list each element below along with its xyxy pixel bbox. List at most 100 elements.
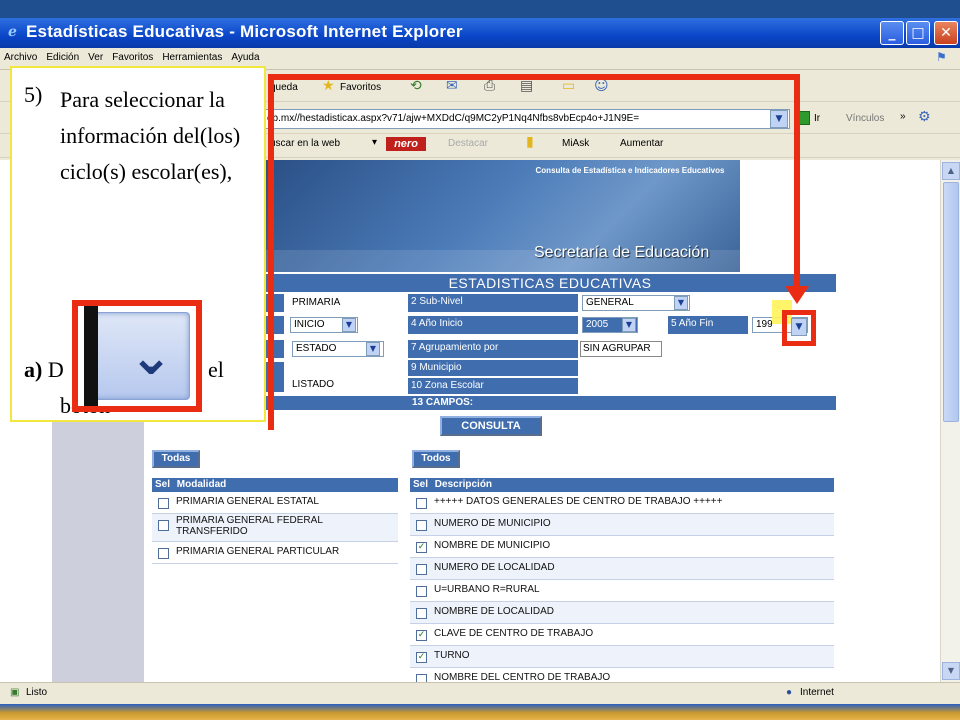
print-icon[interactable]: ⎙ xyxy=(484,78,495,94)
campo-label: NOMBRE DE MUNICIPIO xyxy=(434,540,551,551)
campo-label: +++++ DATOS GENERALES DE CENTRO DE TRABA… xyxy=(434,496,723,507)
nivel-value: PRIMARIA xyxy=(292,297,341,308)
banner-title: Secretaría de Educación xyxy=(534,244,710,261)
anio-inicio-dropdown-icon[interactable]: ▼ xyxy=(622,318,636,332)
campo-row: NUMERO DE MUNICIPIO xyxy=(410,514,834,536)
campo-row: NUMERO DE LOCALIDAD xyxy=(410,558,834,580)
zoom-edge-bar xyxy=(84,306,98,406)
consulta-button[interactable]: CONSULTA xyxy=(440,416,542,436)
status-text: Listo xyxy=(26,687,48,698)
menu-edicion[interactable]: Edición xyxy=(42,48,84,63)
campo-row: ✓ TURNO xyxy=(410,646,834,668)
campo-checkbox[interactable]: ✓ xyxy=(416,652,427,663)
campo-checkbox[interactable]: ✓ xyxy=(416,542,427,553)
menu-archivo[interactable]: Archivo xyxy=(0,48,42,63)
modalidad-label: PRIMARIA GENERAL ESTATAL xyxy=(176,496,319,507)
modalidad-row: PRIMARIA GENERAL ESTATAL xyxy=(152,492,398,514)
mail-icon[interactable]: ✉ xyxy=(446,78,458,94)
ie-icon: ℯ xyxy=(8,24,17,40)
select-all-modalidad-button[interactable]: Todas xyxy=(152,450,200,468)
campo-row: ✓ NOMBRE DE MUNICIPIO xyxy=(410,536,834,558)
anio-fin-dropdown-icon[interactable]: ▼ xyxy=(791,318,807,336)
campos-sel-header: Sel xyxy=(413,479,429,490)
campos-header: Sel Descripción xyxy=(410,478,834,492)
links-label[interactable]: Vínculos xyxy=(846,113,884,124)
campos-column-header: Descripción xyxy=(434,479,493,490)
messenger-icon[interactable]: ☺ xyxy=(594,78,609,94)
favorites-button[interactable]: Favoritos xyxy=(340,82,381,93)
modalidad-row: PRIMARIA GENERAL PARTICULAR xyxy=(152,542,398,564)
globe-icon: ● xyxy=(786,687,793,698)
highlight-button[interactable]: Destacar xyxy=(448,138,488,149)
substep-el: el xyxy=(208,357,224,382)
campo-checkbox[interactable] xyxy=(416,586,427,597)
modalidad-sel-header: Sel xyxy=(155,479,171,490)
campo-label: NUMERO DE MUNICIPIO xyxy=(434,518,551,529)
modalidad-checkbox[interactable] xyxy=(158,520,169,531)
address-input[interactable]: ob.mx//hestadisticax.aspx?v71/ajw+MXDdC/… xyxy=(262,109,790,129)
zone-text: Internet xyxy=(800,687,834,698)
menu-ver[interactable]: Ver xyxy=(84,48,108,63)
estado-label xyxy=(264,340,284,358)
minimize-button[interactable]: _ xyxy=(880,21,904,45)
edit-icon[interactable]: ▤ xyxy=(520,78,533,94)
municipio-label: 9 Municipio xyxy=(408,360,578,376)
modalidad-header: Sel Modalidad xyxy=(152,478,398,492)
go-button-label[interactable]: Ir xyxy=(814,113,820,124)
campo-label: U=URBANO R=RURAL xyxy=(434,584,540,595)
campo-label: CLAVE DE CENTRO DE TRABAJO xyxy=(434,628,594,639)
modalidad-checkbox[interactable] xyxy=(158,548,169,559)
campo-checkbox[interactable] xyxy=(416,608,427,619)
scroll-thumb[interactable] xyxy=(943,182,959,422)
campo-row: U=URBANO R=RURAL xyxy=(410,580,834,602)
anio-fin-dropdown-button[interactable]: ▼ xyxy=(782,310,816,346)
note-icon[interactable]: ▮ xyxy=(526,134,534,150)
folder-icon[interactable]: ▭ xyxy=(562,78,575,94)
zona-escolar-label: 10 Zona Escolar xyxy=(408,378,578,394)
modalidad-column-header: Modalidad xyxy=(176,479,227,490)
campo-row: +++++ DATOS GENERALES DE CENTRO DE TRABA… xyxy=(410,492,834,514)
campo-row: NOMBRE DE LOCALIDAD xyxy=(410,602,834,624)
campo-checkbox[interactable] xyxy=(416,564,427,575)
campo-checkbox[interactable] xyxy=(416,520,427,531)
menu-ayuda[interactable]: Ayuda xyxy=(227,48,264,63)
banner-subtitle: Consulta de Estadística e Indicadores Ed… xyxy=(535,166,725,175)
chevron-right-icon[interactable]: » xyxy=(900,111,906,122)
scroll-up-icon[interactable]: ▲ xyxy=(942,162,960,180)
menu-herramientas[interactable]: Herramientas xyxy=(158,48,227,63)
pointer-line-horizontal xyxy=(268,74,800,80)
history-icon[interactable]: ⟲ xyxy=(410,78,422,94)
inicio-dropdown-icon[interactable]: ▼ xyxy=(342,318,356,332)
maximize-button[interactable]: □ xyxy=(906,21,930,45)
modalidad-row: PRIMARIA GENERAL FEDERAL TRANSFERIDO xyxy=(152,514,398,542)
modalidad-label: PRIMARIA GENERAL PARTICULAR xyxy=(176,546,340,557)
step-text: Para seleccionar la información del(los)… xyxy=(60,87,241,184)
campo-checkbox[interactable]: ✓ xyxy=(416,630,427,641)
subnivel-dropdown-icon[interactable]: ▼ xyxy=(674,296,688,310)
modalidad-checkbox[interactable] xyxy=(158,498,169,509)
close-button[interactable]: ✕ xyxy=(934,21,958,45)
zoom-button[interactable]: Aumentar xyxy=(620,138,663,149)
subnivel-label: 2 Sub-Nivel xyxy=(408,294,578,312)
modalidad-label: PRIMARIA GENERAL FEDERAL TRANSFERIDO xyxy=(176,515,323,537)
left-panel xyxy=(52,420,144,682)
address-dropdown-icon[interactable]: ▼ xyxy=(770,110,788,128)
menu-favoritos[interactable]: Favoritos xyxy=(108,48,158,63)
estado-dropdown-icon[interactable]: ▼ xyxy=(366,342,380,356)
select-all-campos-button[interactable]: Todos xyxy=(412,450,460,468)
agrupamiento-value[interactable]: SIN AGRUPAR xyxy=(580,341,662,357)
settings-icon[interactable]: ⚙ xyxy=(918,109,931,125)
pointer-line-down xyxy=(794,74,800,288)
anio-inicio-label: 4 Año Inicio xyxy=(408,316,578,334)
page-icon: ▣ xyxy=(10,687,20,698)
favorites-star-icon: ★ xyxy=(322,78,335,94)
miask-button[interactable]: MiAsk xyxy=(562,138,589,149)
campo-label: TURNO xyxy=(434,650,470,661)
campo-checkbox[interactable] xyxy=(416,498,427,509)
chevron-down-icon[interactable]: ▾ xyxy=(372,137,377,148)
vertical-scrollbar[interactable]: ▲ ▼ xyxy=(940,160,960,682)
search-button[interactable]: queda xyxy=(270,82,298,93)
nero-logo[interactable]: nero xyxy=(386,137,426,151)
web-search-label[interactable]: uscar en la web xyxy=(270,138,340,149)
scroll-down-icon[interactable]: ▼ xyxy=(942,662,960,680)
